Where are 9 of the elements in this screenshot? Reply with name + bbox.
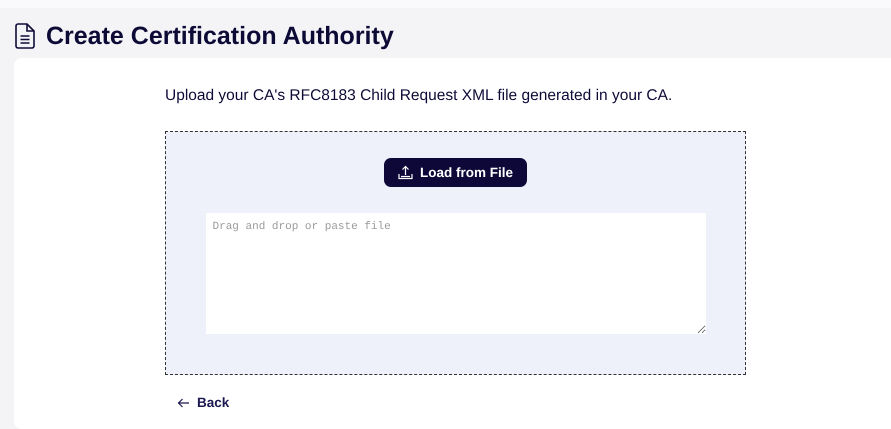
back-link[interactable]: Back <box>177 393 230 414</box>
load-from-file-button[interactable]: Load from File <box>384 158 527 188</box>
drop-zone[interactable]: Load from File Drag and drop or paste file <box>165 131 746 376</box>
left-arrow-icon <box>177 398 190 408</box>
instruction-text: Upload your CA's RFC8183 Child Request XML file generated in your CA. <box>165 86 674 106</box>
document-icon <box>14 23 36 49</box>
paste-file-field[interactable]: Drag and drop or paste file <box>206 213 706 334</box>
upload-icon <box>398 165 413 180</box>
page-title: Create Certification Authority <box>46 21 394 51</box>
